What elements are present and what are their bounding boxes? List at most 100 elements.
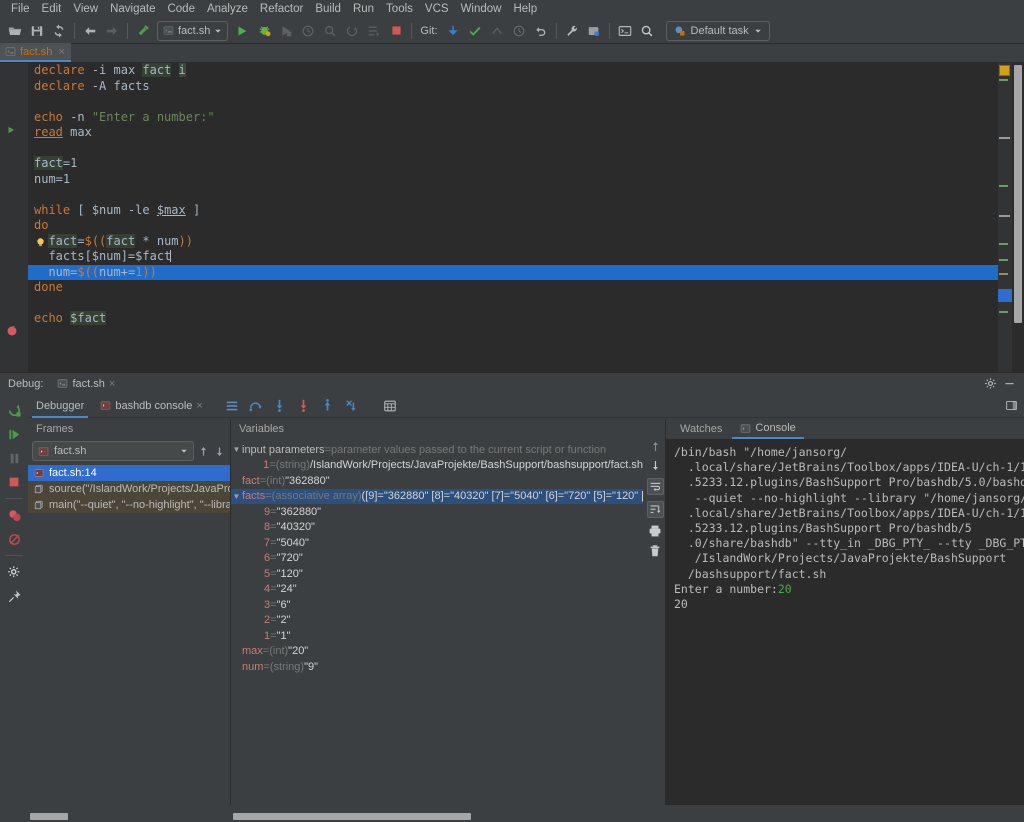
frame-row[interactable]: fact.sh:14 (28, 465, 230, 481)
variable-row[interactable]: num = (string) "9" (231, 659, 643, 675)
variable-row[interactable]: 8 = "40320" (231, 520, 643, 536)
search-icon[interactable] (636, 20, 658, 42)
variable-row[interactable]: 1 = "1" (231, 628, 643, 644)
open-folder-icon[interactable] (4, 20, 26, 42)
hammer-icon[interactable] (132, 20, 154, 42)
arrow-down-icon[interactable] (649, 459, 662, 472)
editor-gutter[interactable] (0, 63, 28, 372)
menu-item-vcs[interactable]: VCS (419, 0, 455, 18)
code-content[interactable]: declare -i max fact ideclare -A facts ec… (28, 63, 998, 372)
close-icon[interactable]: × (196, 400, 202, 412)
thread-selector[interactable]: fact.sh (32, 441, 194, 461)
scrollbar-thumb[interactable] (30, 813, 68, 820)
variable-row[interactable]: 9 = "362880" (231, 504, 643, 520)
wrench-icon[interactable] (561, 20, 583, 42)
step-out-icon[interactable] (317, 395, 339, 417)
arrow-down-icon[interactable] (213, 445, 226, 458)
debug-session-tab[interactable]: fact.sh × (57, 378, 115, 390)
rerun-icon[interactable] (3, 399, 25, 421)
arrow-up-icon[interactable] (197, 445, 210, 458)
menu-item-refactor[interactable]: Refactor (254, 0, 309, 18)
layout-icon[interactable] (221, 395, 243, 417)
force-step-into-icon[interactable] (293, 395, 315, 417)
variables-horizontal-scrollbar[interactable] (231, 812, 641, 821)
default-task-button[interactable]: Default task (666, 21, 770, 41)
menu-item-build[interactable]: Build (309, 0, 347, 18)
debug-icon[interactable] (253, 20, 275, 42)
code-line[interactable]: fact=$((fact * num)) (28, 234, 998, 250)
code-line[interactable]: declare -i max fact i (28, 63, 998, 79)
run-icon[interactable] (231, 20, 253, 42)
step-into-icon[interactable] (269, 395, 291, 417)
gear-icon[interactable] (984, 377, 997, 390)
scrollbar-thumb[interactable] (233, 813, 471, 820)
code-line[interactable]: read max (28, 125, 998, 141)
wrap-text-icon[interactable] (647, 478, 664, 495)
evaluate-icon[interactable] (379, 395, 401, 417)
frame-row[interactable]: main("--quiet", "--no-highlight", "--lib… (28, 497, 230, 513)
stop-icon[interactable] (385, 20, 407, 42)
sort-icon[interactable] (647, 501, 664, 518)
git-update-icon[interactable] (442, 20, 464, 42)
menu-item-file[interactable]: File (5, 0, 36, 18)
tab-watches[interactable]: Watches (672, 419, 730, 439)
code-line[interactable]: echo -n "Enter a number:" (28, 110, 998, 126)
settings-icon[interactable] (3, 561, 25, 583)
code-line[interactable]: facts[$num]=$fact (28, 249, 998, 265)
code-line[interactable]: num=$((num+=1)) (28, 265, 998, 281)
frame-row[interactable]: source("/IslandWork/Projects/JavaProjek (28, 481, 230, 497)
minimize-icon[interactable] (1003, 377, 1016, 390)
expand-triangle-icon[interactable]: ▼ (231, 492, 242, 501)
terminal-icon[interactable] (614, 20, 636, 42)
variables-tree[interactable]: ▼input parameters = parameter values pas… (231, 439, 643, 675)
menu-item-window[interactable]: Window (455, 0, 508, 18)
close-icon[interactable]: × (58, 46, 64, 58)
variable-row[interactable]: 2 = "2" (231, 613, 643, 629)
restore-layout-icon[interactable] (1005, 399, 1024, 412)
variable-row[interactable]: 5 = "120" (231, 566, 643, 582)
variable-row[interactable]: 7 = "5040" (231, 535, 643, 551)
variable-row[interactable]: 4 = "24" (231, 582, 643, 598)
close-icon[interactable]: × (109, 378, 115, 390)
trash-icon[interactable] (648, 544, 662, 558)
menu-item-code[interactable]: Code (161, 0, 201, 18)
pin-icon[interactable] (3, 585, 25, 607)
code-line[interactable] (28, 141, 998, 157)
variable-row[interactable]: 1 = (string) /IslandWork/Projects/JavaPr… (231, 458, 643, 474)
code-line[interactable]: num=1 (28, 172, 998, 188)
menu-item-analyze[interactable]: Analyze (201, 0, 254, 18)
intention-bulb-icon[interactable] (35, 237, 46, 248)
editor-tab-fact-sh[interactable]: fact.sh × (0, 43, 71, 62)
print-icon[interactable] (648, 524, 662, 538)
variable-row[interactable]: 6 = "720" (231, 551, 643, 567)
run-to-cursor-icon[interactable] (341, 395, 363, 417)
panel-divider-variables-console[interactable] (665, 419, 666, 805)
code-line[interactable] (28, 94, 998, 110)
plugins-icon[interactable] (583, 20, 605, 42)
menu-item-edit[interactable]: Edit (36, 0, 68, 18)
run-configuration-selector[interactable]: fact.sh (157, 21, 228, 41)
revert-icon[interactable] (530, 20, 552, 42)
tab-console[interactable]: Console (732, 419, 803, 439)
variable-row[interactable]: ▼input parameters = parameter values pas… (231, 442, 643, 458)
frames-list[interactable]: fact.sh:14source("/IslandWork/Projects/J… (28, 465, 230, 513)
mute-breakpoints-icon[interactable] (3, 528, 25, 550)
code-line[interactable]: while [ $num -le $max ] (28, 203, 998, 219)
step-over-icon[interactable] (245, 395, 267, 417)
menu-item-help[interactable]: Help (507, 0, 543, 18)
run-script-gutter-icon[interactable] (6, 125, 16, 135)
scrollbar-thumb[interactable] (1014, 65, 1022, 323)
code-line[interactable] (28, 296, 998, 312)
code-line[interactable]: declare -A facts (28, 79, 998, 95)
variable-row[interactable]: 3 = "6" (231, 597, 643, 613)
tab-bashdb-console[interactable]: bashdb console × (92, 394, 211, 418)
editor-vertical-scrollbar[interactable] (1012, 63, 1024, 372)
tab-debugger[interactable]: Debugger (28, 394, 92, 418)
panel-divider-frames-variables[interactable] (230, 419, 231, 805)
variable-row[interactable]: max = (int) "20" (231, 644, 643, 660)
arrow-up-icon[interactable] (649, 440, 662, 453)
code-line[interactable]: do (28, 218, 998, 234)
inspection-status-icon[interactable] (999, 65, 1010, 76)
resume-icon[interactable] (3, 423, 25, 445)
variable-row[interactable]: ▼facts = (associative array) ([9]="36288… (231, 489, 643, 505)
